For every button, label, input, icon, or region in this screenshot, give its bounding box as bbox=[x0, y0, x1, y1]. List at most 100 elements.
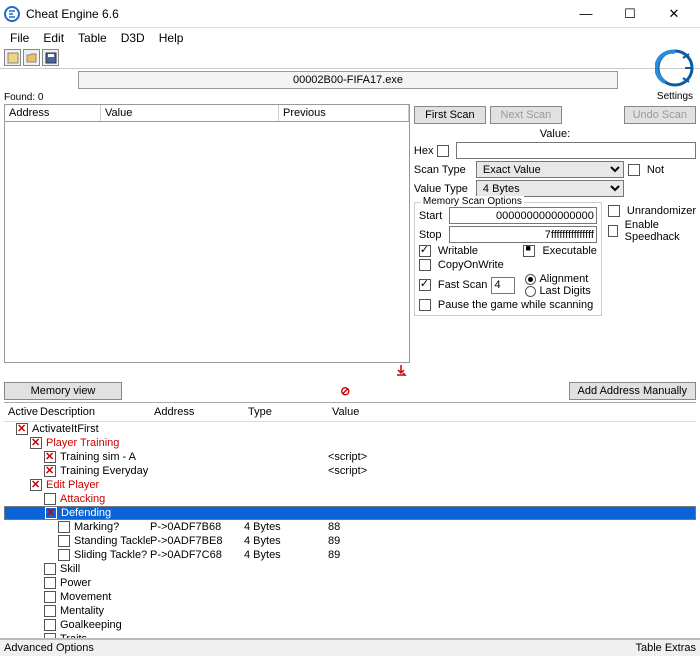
table-row[interactable]: Sliding Tackle?P->0ADF7C684 Bytes89 bbox=[4, 548, 696, 562]
next-scan-button: Next Scan bbox=[490, 106, 562, 124]
undo-scan-button: Undo Scan bbox=[624, 106, 696, 124]
row-active-checkbox[interactable] bbox=[30, 479, 42, 491]
settings-link[interactable]: Settings bbox=[650, 91, 700, 102]
results-list[interactable] bbox=[4, 122, 410, 363]
row-desc: Defending bbox=[61, 507, 151, 519]
row-desc: Skill bbox=[60, 563, 150, 575]
alignment-radio[interactable] bbox=[525, 274, 536, 285]
memory-view-button[interactable]: Memory view bbox=[4, 382, 122, 400]
col-value[interactable]: Value bbox=[101, 105, 279, 121]
th-desc[interactable]: Description bbox=[36, 405, 150, 419]
row-active-checkbox[interactable] bbox=[44, 605, 56, 617]
executable-checkbox[interactable] bbox=[523, 245, 535, 257]
table-row[interactable]: Attacking bbox=[4, 492, 696, 506]
maximize-button[interactable]: ☐ bbox=[608, 0, 652, 28]
row-desc: Standing Tackle? bbox=[74, 535, 150, 547]
value-input[interactable] bbox=[456, 142, 696, 159]
scan-panel: First Scan Next Scan Undo Scan Value: He… bbox=[414, 104, 696, 380]
titlebar: Cheat Engine 6.6 — ☐ ✕ bbox=[0, 0, 700, 28]
menu-edit[interactable]: Edit bbox=[37, 30, 70, 46]
not-checkbox[interactable] bbox=[628, 164, 640, 176]
row-desc: Mentality bbox=[60, 605, 150, 617]
table-row[interactable]: Power bbox=[4, 576, 696, 590]
add-address-button[interactable]: Add Address Manually bbox=[569, 382, 696, 400]
th-active[interactable]: Active bbox=[4, 405, 36, 419]
add-to-list-arrow-icon[interactable] bbox=[4, 363, 410, 380]
row-active-checkbox[interactable] bbox=[58, 535, 70, 547]
menu-file[interactable]: File bbox=[4, 30, 35, 46]
results-panel: Address Value Previous bbox=[4, 104, 410, 380]
app-icon bbox=[4, 6, 20, 22]
row-active-checkbox[interactable] bbox=[30, 437, 42, 449]
row-active-checkbox[interactable] bbox=[44, 465, 56, 477]
valuetype-select[interactable]: 4 Bytes bbox=[476, 180, 624, 197]
row-active-checkbox[interactable] bbox=[44, 493, 56, 505]
memopt-legend: Memory Scan Options bbox=[421, 196, 524, 207]
row-active-checkbox[interactable] bbox=[58, 549, 70, 561]
th-addr[interactable]: Address bbox=[150, 405, 244, 419]
row-active-checkbox[interactable] bbox=[44, 577, 56, 589]
row-active-checkbox[interactable] bbox=[44, 619, 56, 631]
row-active-checkbox[interactable] bbox=[45, 507, 57, 519]
fastscan-checkbox[interactable] bbox=[419, 279, 431, 291]
table-row[interactable]: Training sim - A<script> bbox=[4, 450, 696, 464]
writable-checkbox[interactable] bbox=[419, 245, 431, 257]
table-row[interactable]: Training Everyday<script> bbox=[4, 464, 696, 478]
row-desc: Attacking bbox=[60, 493, 150, 505]
menu-help[interactable]: Help bbox=[153, 30, 190, 46]
row-desc: Training Everyday bbox=[60, 465, 150, 477]
cheat-table: Active Description Address Type Value Ac… bbox=[4, 402, 696, 652]
row-desc: Marking? bbox=[74, 521, 150, 533]
speedhack-checkbox[interactable] bbox=[608, 225, 618, 237]
row-type: 4 Bytes bbox=[244, 549, 328, 561]
table-row[interactable]: Mentality bbox=[4, 604, 696, 618]
lastdigits-radio[interactable] bbox=[525, 286, 536, 297]
th-value[interactable]: Value bbox=[328, 405, 408, 419]
process-name-box[interactable]: 00002B00-FIFA17.exe bbox=[78, 71, 618, 89]
table-row[interactable]: Goalkeeping bbox=[4, 618, 696, 632]
col-address[interactable]: Address bbox=[5, 105, 101, 121]
fastscan-input[interactable] bbox=[491, 277, 515, 294]
table-row[interactable]: ActivateItFirst bbox=[4, 422, 696, 436]
table-row[interactable]: Skill bbox=[4, 562, 696, 576]
row-active-checkbox[interactable] bbox=[44, 563, 56, 575]
table-row[interactable]: Edit Player bbox=[4, 478, 696, 492]
table-row[interactable]: Standing Tackle?P->0ADF7BE84 Bytes89 bbox=[4, 534, 696, 548]
row-active-checkbox[interactable] bbox=[44, 451, 56, 463]
hex-checkbox[interactable] bbox=[437, 145, 449, 157]
logo-area: Settings bbox=[650, 48, 700, 102]
table-row[interactable]: Marking?P->0ADF7B684 Bytes88 bbox=[4, 520, 696, 534]
row-desc: Movement bbox=[60, 591, 150, 603]
app-title: Cheat Engine 6.6 bbox=[26, 7, 564, 21]
table-row[interactable]: Defending bbox=[4, 506, 696, 520]
col-previous[interactable]: Previous bbox=[279, 105, 409, 121]
table-row[interactable]: Movement bbox=[4, 590, 696, 604]
save-button[interactable] bbox=[42, 49, 59, 66]
menu-d3d[interactable]: D3D bbox=[115, 30, 151, 46]
start-input[interactable] bbox=[449, 207, 597, 224]
close-button[interactable]: ✕ bbox=[652, 0, 696, 28]
unrandomizer-checkbox[interactable] bbox=[608, 205, 620, 217]
row-active-checkbox[interactable] bbox=[44, 591, 56, 603]
th-type[interactable]: Type bbox=[244, 405, 328, 419]
pause-checkbox[interactable] bbox=[419, 299, 431, 311]
stop-input[interactable] bbox=[449, 226, 597, 243]
scantype-select[interactable]: Exact Value bbox=[476, 161, 624, 178]
value-label: Value: bbox=[540, 128, 570, 140]
alignment-label: Alignment bbox=[539, 273, 588, 285]
cheat-table-body[interactable]: ActivateItFirstPlayer TrainingTraining s… bbox=[4, 422, 696, 652]
copyonwrite-checkbox[interactable] bbox=[419, 259, 431, 271]
row-value: 89 bbox=[328, 535, 408, 547]
ce-logo-icon[interactable] bbox=[655, 48, 695, 88]
minimize-button[interactable]: — bbox=[564, 0, 608, 28]
row-active-checkbox[interactable] bbox=[16, 423, 28, 435]
first-scan-button[interactable]: First Scan bbox=[414, 106, 486, 124]
stop-icon[interactable]: ⊘ bbox=[340, 384, 350, 398]
table-row[interactable]: Player Training bbox=[4, 436, 696, 450]
table-extras-button[interactable]: Table Extras bbox=[635, 642, 696, 654]
row-active-checkbox[interactable] bbox=[58, 521, 70, 533]
advanced-options-button[interactable]: Advanced Options bbox=[4, 642, 94, 654]
menu-table[interactable]: Table bbox=[72, 30, 113, 46]
open-file-button[interactable] bbox=[23, 49, 40, 66]
open-process-button[interactable] bbox=[4, 49, 21, 66]
